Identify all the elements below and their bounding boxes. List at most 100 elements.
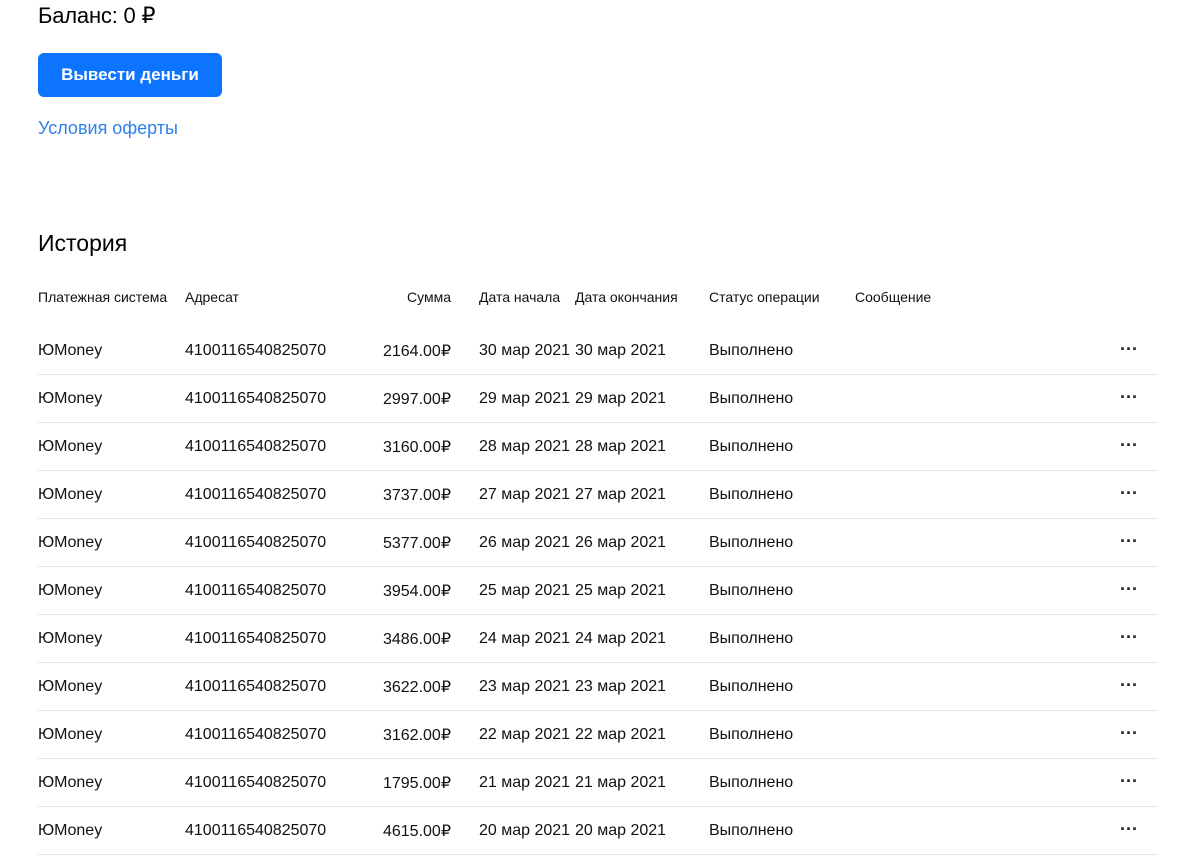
column-header-payment-system: Платежная система: [38, 288, 168, 305]
cell-amount: 2164.00₽: [345, 327, 451, 375]
cell-amount: 1795.00₽: [345, 758, 451, 807]
cell-end-date: 25 мар 2021: [575, 566, 709, 615]
table-row: ЮMoney 4100116540825070 3954.00₽ 25 мар 202…: [38, 566, 1158, 615]
cell-message: [855, 566, 1015, 615]
cell-end-date: 21 мар 2021: [575, 758, 709, 807]
table-row: ЮMoney 4100116540825070 3160.00₽ 28 мар 202…: [38, 422, 1158, 471]
cell-start-date: 20 мар 2021: [451, 806, 575, 855]
column-header-end-date: Дата окончания: [575, 288, 678, 305]
table-row: ЮMoney 4100116540825070 3737.00₽ 27 мар 202…: [38, 470, 1158, 519]
table-row: ЮMoney 4100116540825070 3162.00₽ 22 мар 202…: [38, 710, 1158, 759]
cell-recipient: 4100116540825070: [185, 662, 345, 711]
cell-end-date: 28 мар 2021: [575, 422, 709, 471]
cell-status: Выполнено: [709, 662, 855, 711]
column-header-status: Статус операции: [709, 288, 820, 305]
offer-terms-link[interactable]: Условия оферты: [38, 117, 178, 139]
cell-start-date: 23 мар 2021: [451, 662, 575, 711]
cell-payment-system: ЮMoney: [38, 327, 185, 375]
cell-recipient: 4100116540825070: [185, 710, 345, 759]
cell-status: Выполнено: [709, 758, 855, 807]
column-header-actions: [1015, 277, 1158, 317]
cell-status: Выполнено: [709, 518, 855, 567]
page: Баланс: 0 ₽ Вывести деньги Условия оферт…: [0, 0, 1200, 864]
cell-end-date: 23 мар 2021: [575, 662, 709, 711]
cell-recipient: 4100116540825070: [185, 327, 345, 375]
cell-payment-system: ЮMoney: [38, 710, 185, 759]
cell-message: [855, 758, 1015, 807]
cell-message: [855, 470, 1015, 519]
cell-message: [855, 422, 1015, 471]
more-horizontal-icon[interactable]: ···: [1120, 388, 1138, 406]
withdraw-money-button[interactable]: Вывести деньги: [38, 53, 222, 97]
table-row: ЮMoney 4100116540825070 5377.00₽ 26 мар 202…: [38, 518, 1158, 567]
history-title: История: [38, 230, 128, 256]
cell-recipient: 4100116540825070: [185, 374, 345, 423]
cell-end-date: 20 мар 2021: [575, 806, 709, 855]
cell-status: Выполнено: [709, 710, 855, 759]
cell-recipient: 4100116540825070: [185, 518, 345, 567]
cell-payment-system: ЮMoney: [38, 422, 185, 471]
cell-message: [855, 806, 1015, 855]
cell-status: Выполнено: [709, 327, 855, 375]
more-horizontal-icon[interactable]: ···: [1120, 772, 1138, 790]
cell-actions: ···: [1015, 422, 1158, 471]
cell-end-date: 27 мар 2021: [575, 470, 709, 519]
cell-start-date: 21 мар 2021: [451, 758, 575, 807]
cell-start-date: 22 мар 2021: [451, 710, 575, 759]
cell-message: [855, 662, 1015, 711]
history-table: Платежная система Адресат Сумма Дата нач…: [38, 277, 1158, 855]
table-row: ЮMoney 4100116540825070 3622.00₽ 23 мар 202…: [38, 662, 1158, 711]
history-rows: ЮMoney 4100116540825070 2164.00₽ 30 мар 202…: [38, 317, 1158, 855]
table-row: ЮMoney 4100116540825070 2164.00₽ 30 мар 202…: [38, 327, 1158, 375]
table-row: ЮMoney 4100116540825070 1795.00₽ 21 мар 202…: [38, 758, 1158, 807]
spacer-row: [38, 317, 1158, 327]
cell-end-date: 22 мар 2021: [575, 710, 709, 759]
cell-actions: ···: [1015, 710, 1158, 759]
cell-start-date: 28 мар 2021: [451, 422, 575, 471]
cell-end-date: 24 мар 2021: [575, 614, 709, 663]
cell-payment-system: ЮMoney: [38, 662, 185, 711]
more-horizontal-icon[interactable]: ···: [1120, 820, 1138, 838]
cell-status: Выполнено: [709, 470, 855, 519]
cell-status: Выполнено: [709, 806, 855, 855]
column-header-recipient: Адресат: [185, 288, 239, 305]
more-horizontal-icon[interactable]: ···: [1120, 532, 1138, 550]
more-horizontal-icon[interactable]: ···: [1120, 484, 1138, 502]
column-header-amount: Сумма: [407, 288, 451, 305]
cell-start-date: 30 мар 2021: [451, 327, 575, 375]
more-horizontal-icon[interactable]: ···: [1120, 676, 1138, 694]
cell-status: Выполнено: [709, 374, 855, 423]
cell-amount: 3622.00₽: [345, 662, 451, 711]
cell-recipient: 4100116540825070: [185, 758, 345, 807]
cell-end-date: 29 мар 2021: [575, 374, 709, 423]
cell-start-date: 26 мар 2021: [451, 518, 575, 567]
cell-actions: ···: [1015, 374, 1158, 423]
cell-actions: ···: [1015, 327, 1158, 375]
cell-amount: 2997.00₽: [345, 374, 451, 423]
column-header-message: Сообщение: [855, 288, 932, 305]
cell-end-date: 30 мар 2021: [575, 327, 709, 375]
cell-payment-system: ЮMoney: [38, 614, 185, 663]
cell-payment-system: ЮMoney: [38, 758, 185, 807]
more-horizontal-icon[interactable]: ···: [1120, 340, 1138, 358]
cell-payment-system: ЮMoney: [38, 806, 185, 855]
cell-message: [855, 374, 1015, 423]
cell-message: [855, 327, 1015, 375]
cell-recipient: 4100116540825070: [185, 806, 345, 855]
table-row: ЮMoney 4100116540825070 2997.00₽ 29 мар 202…: [38, 374, 1158, 423]
more-horizontal-icon[interactable]: ···: [1120, 724, 1138, 742]
cell-recipient: 4100116540825070: [185, 470, 345, 519]
cell-amount: 3160.00₽: [345, 422, 451, 471]
more-horizontal-icon[interactable]: ···: [1120, 436, 1138, 454]
more-horizontal-icon[interactable]: ···: [1120, 628, 1138, 646]
more-horizontal-icon[interactable]: ···: [1120, 580, 1138, 598]
cell-recipient: 4100116540825070: [185, 566, 345, 615]
table-row: ЮMoney 4100116540825070 4615.00₽ 20 мар 202…: [38, 806, 1158, 855]
cell-actions: ···: [1015, 470, 1158, 519]
cell-payment-system: ЮMoney: [38, 566, 185, 615]
cell-amount: 3486.00₽: [345, 614, 451, 663]
cell-status: Выполнено: [709, 614, 855, 663]
cell-recipient: 4100116540825070: [185, 422, 345, 471]
cell-payment-system: ЮMoney: [38, 374, 185, 423]
cell-start-date: 25 мар 2021: [451, 566, 575, 615]
